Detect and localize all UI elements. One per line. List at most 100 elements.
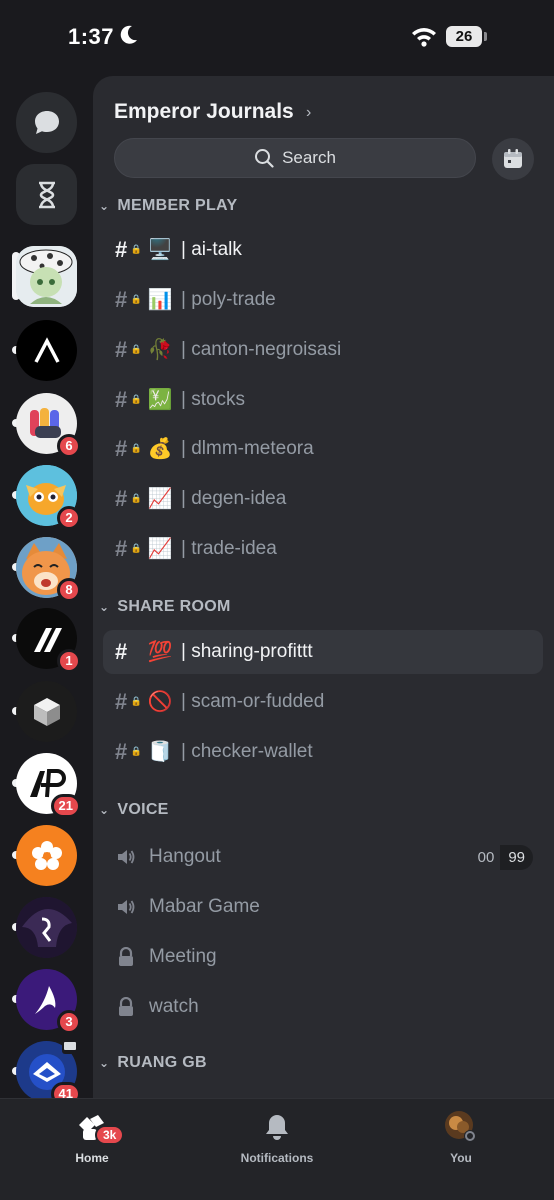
channel-ai-talk[interactable]: # 🔒 🖥️ | ai-talk (103, 228, 543, 272)
channel-emoji: 💰 (147, 438, 173, 460)
tab-label: You (450, 1151, 472, 1165)
home-servers-icon: 3k (75, 1111, 125, 1145)
channel-name: | dlmm-meteora (181, 438, 314, 459)
channel-panel: Emperor Journals › Search ⌄ MEMBER PLAY … (93, 76, 554, 1098)
server-icon-4[interactable]: 2 (12, 465, 81, 530)
locked-text-channel-icon: # 🔒 (115, 486, 142, 511)
locked-text-channel-icon: # 🔒 (115, 237, 142, 262)
direct-messages-button[interactable] (16, 92, 77, 153)
locked-text-channel-icon: # 🔒 (115, 287, 142, 312)
lock-icon (115, 995, 137, 1019)
ghost-logo-icon (16, 897, 77, 958)
server-icon-5[interactable]: 8 (12, 537, 81, 602)
channel-dlmm-meteora[interactable]: # 🔒 💰 | dlmm-meteora (103, 427, 543, 471)
server-icon-7[interactable] (12, 681, 77, 742)
tab-you[interactable]: You (401, 1111, 521, 1171)
voice-channel-mabar-game[interactable]: Mabar Game (103, 885, 543, 929)
guild-name[interactable]: Emperor Journals (114, 100, 294, 124)
battery-indicator: 26 (446, 26, 482, 47)
status-bar: 1:37 26 (0, 0, 554, 76)
channel-emoji: 📈 (147, 488, 173, 510)
category-label: VOICE (117, 801, 169, 818)
mention-badge: 3 (57, 1010, 81, 1034)
cube-icon (33, 697, 60, 726)
channel-emoji: 📊 (147, 289, 173, 311)
server-icon-9[interactable] (12, 825, 77, 886)
tab-label: Notifications (240, 1151, 314, 1165)
voice-channel-hangout[interactable]: Hangout 00 99 (103, 835, 543, 879)
mention-badge: 2 (57, 506, 81, 530)
mention-badge: 8 (57, 578, 81, 602)
server-rail: 6 2 8 1 21 3 41 (0, 76, 93, 1098)
chevron-right-icon[interactable]: › (306, 104, 311, 122)
search-icon (255, 149, 274, 168)
channel-name: | sharing-profittt (181, 641, 313, 662)
server-icon-12[interactable]: 41 (12, 1040, 81, 1098)
server-icon-6[interactable]: 1 (12, 608, 81, 673)
voice-channel-watch[interactable]: watch (103, 985, 543, 1029)
category-voice[interactable]: ⌄ VOICE (99, 798, 169, 822)
text-channel-icon: # (115, 639, 128, 664)
voice-channel-meeting[interactable]: Meeting (103, 935, 543, 979)
chevron-down-icon: ⌄ (99, 600, 110, 614)
channel-degen-idea[interactable]: # 🔒 📈 | degen-idea (103, 477, 543, 521)
channel-scam-or-fudded[interactable]: # 🔒 🚫 | scam-or-fudded (103, 680, 543, 724)
mention-badge: 41 (50, 1082, 81, 1098)
channel-name: | trade-idea (181, 538, 277, 559)
mention-badge: 21 (50, 794, 81, 818)
mention-badge: 1 (57, 649, 81, 673)
category-ruang-gb[interactable]: ⌄ RUANG GB (99, 1051, 207, 1075)
search-bar[interactable]: Search (114, 138, 476, 178)
channel-emoji: 📈 (147, 538, 173, 560)
channel-canton-negroisasi[interactable]: # 🔒 🥀 | canton-negroisasi (103, 328, 543, 372)
channel-checker-wallet[interactable]: # 🔒 🧻 | checker-wallet (103, 730, 543, 774)
user-avatar (444, 1111, 478, 1143)
tab-notifications[interactable]: Notifications (217, 1111, 337, 1171)
chevron-down-icon: ⌄ (99, 1056, 110, 1070)
events-button[interactable] (492, 138, 534, 180)
chevron-down-icon: ⌄ (99, 199, 110, 213)
channel-stocks[interactable]: # 🔒 💹 | stocks (103, 378, 543, 422)
channel-poly-trade[interactable]: # 🔒 📊 | poly-trade (103, 278, 543, 322)
channel-emoji: 🚫 (147, 691, 173, 713)
channel-emoji: 🖥️ (147, 239, 173, 261)
channel-emoji: 🥀 (147, 339, 173, 361)
channel-trade-idea[interactable]: # 🔒 📈 | trade-idea (103, 527, 543, 571)
calendar-icon (504, 149, 522, 168)
lock-icon (115, 945, 137, 969)
server-icon-3[interactable]: 6 (12, 393, 81, 458)
locked-text-channel-icon: # 🔒 (115, 689, 142, 714)
bottom-tab-bar: 3k Home Notifications You (0, 1098, 554, 1200)
channel-sharing-profittt[interactable]: # 💯 | sharing-profittt (103, 630, 543, 674)
category-label: MEMBER PLAY (117, 197, 238, 214)
channel-emoji: 🧻 (147, 741, 173, 763)
locked-text-channel-icon: # 🔒 (115, 536, 142, 561)
status-time: 1:37 (68, 24, 115, 49)
category-share-room[interactable]: ⌄ SHARE ROOM (99, 595, 231, 619)
server-icon-2[interactable] (12, 320, 77, 381)
locked-text-channel-icon: # 🔒 (115, 387, 142, 412)
chat-bubble-icon (34, 110, 59, 134)
server-icon-10[interactable] (12, 897, 77, 958)
voice-channel-name: Hangout (149, 846, 221, 867)
channel-name: | degen-idea (181, 488, 287, 509)
server-icon-emperor-journals[interactable] (12, 246, 77, 307)
category-label: SHARE ROOM (117, 598, 231, 615)
server-icon-8[interactable]: 21 (12, 753, 81, 818)
voice-count-current: 00 (477, 848, 495, 866)
activity-button[interactable] (16, 164, 77, 225)
voice-channel-name: watch (149, 996, 199, 1017)
locked-text-channel-icon: # 🔒 (115, 436, 142, 461)
wifi-icon (412, 28, 436, 47)
speaker-icon (115, 895, 137, 919)
channel-name: | poly-trade (181, 289, 276, 310)
tab-home[interactable]: 3k Home (32, 1111, 152, 1171)
a-logo-icon (34, 985, 55, 1014)
home-badge: 3k (95, 1125, 125, 1145)
locked-text-channel-icon: # 🔒 (115, 739, 142, 764)
battery-tip (484, 32, 487, 41)
voice-user-count: 00 99 (472, 843, 533, 871)
server-icon-11[interactable]: 3 (12, 969, 81, 1034)
moon-icon (120, 25, 137, 44)
category-member-play[interactable]: ⌄ MEMBER PLAY (99, 194, 237, 218)
